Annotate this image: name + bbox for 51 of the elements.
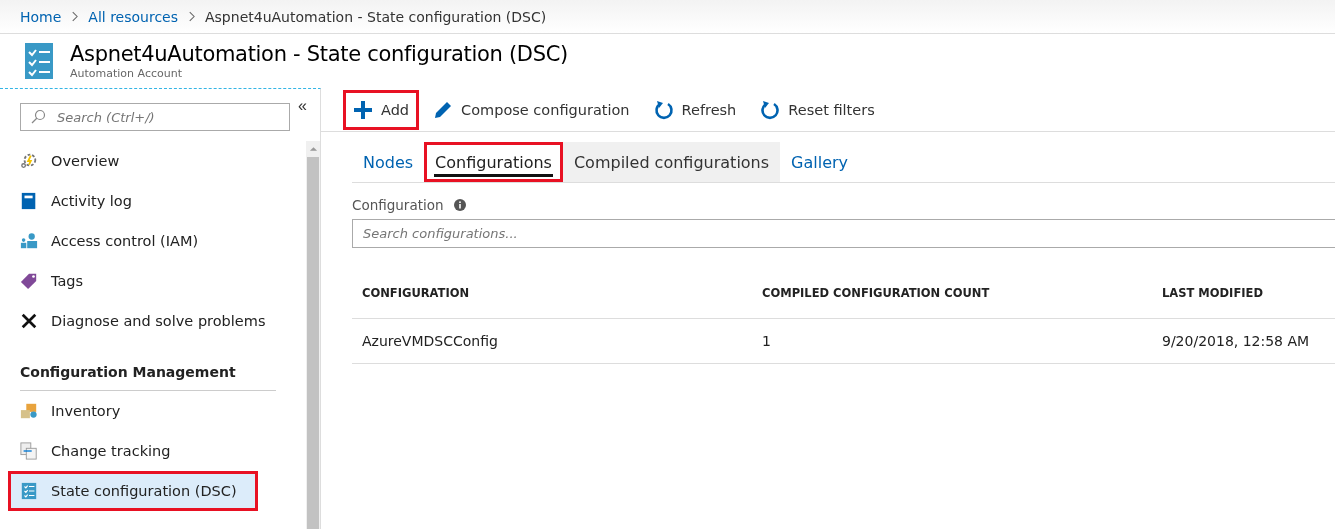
people-icon xyxy=(20,232,38,250)
chevron-icon xyxy=(71,11,79,22)
table-cell-text: 9/20/2018, 12:58 AM xyxy=(1161,333,1311,349)
checklist-icon xyxy=(20,482,38,500)
section-heading: Configuration Management xyxy=(20,341,276,391)
pencil-icon xyxy=(433,99,454,120)
tools-icon xyxy=(20,312,38,330)
table-cell-text: 1 xyxy=(761,333,772,349)
book-icon xyxy=(20,192,38,210)
boxes-icon xyxy=(20,402,38,420)
nav-item[interactable]: Overview xyxy=(0,141,306,181)
page-title: Aspnet4uAutomation - State configuration (DSC) xyxy=(70,42,568,66)
gear-icon xyxy=(20,152,38,170)
column-header: CONFIGURATION xyxy=(361,286,471,300)
column-header: LAST MODIFIED xyxy=(1161,286,1264,300)
nav-item[interactable]: Tags xyxy=(0,261,306,301)
nav-item[interactable]: Diagnose and solve problems xyxy=(0,301,306,341)
plus-icon xyxy=(353,99,373,120)
tag-icon xyxy=(20,272,38,290)
refresh-icon xyxy=(760,99,781,120)
breadcrumb-current: Aspnet4uAutomation - State configuration (DSC) xyxy=(205,8,547,25)
toolbar-button[interactable]: Reset filters xyxy=(750,89,885,130)
toolbar-button[interactable]: Compose configuration xyxy=(423,89,640,130)
toolbar-button[interactable]: Add xyxy=(343,89,420,130)
column-header: COMPILED CONFIGURATION COUNT xyxy=(761,286,991,300)
search-icon xyxy=(30,109,46,125)
nav-item[interactable]: Inventory xyxy=(0,391,306,431)
tab[interactable]: Compiled configurations xyxy=(562,142,781,182)
tab[interactable]: Nodes xyxy=(352,142,425,182)
breadcrumb-link[interactable]: Home xyxy=(20,8,62,25)
collapse-button[interactable]: « xyxy=(298,97,307,115)
breadcrumb-link[interactable]: All resources xyxy=(88,8,178,25)
nav-item[interactable]: Change tracking xyxy=(0,431,306,471)
checklist-icon xyxy=(25,43,53,79)
nav-item[interactable]: Activity log xyxy=(0,181,306,221)
page-subtitle: Automation Account xyxy=(70,67,183,80)
scrollbar[interactable] xyxy=(306,141,320,529)
tab[interactable]: Gallery xyxy=(780,142,860,182)
nav-item[interactable]: State configuration (DSC) xyxy=(8,471,258,511)
field-label: Configuration xyxy=(352,197,444,213)
search-field[interactable]: Search configurations... xyxy=(352,219,1335,248)
search-field[interactable]: Search (Ctrl+/) xyxy=(20,103,290,131)
table-cell-text: AzureVMDSCConfig xyxy=(361,333,499,349)
nav-item[interactable]: Access control (IAM) xyxy=(0,221,306,261)
info-icon xyxy=(453,199,466,211)
refresh-icon xyxy=(653,99,674,120)
chevron-icon xyxy=(188,11,195,22)
documents-icon xyxy=(20,442,38,460)
tab[interactable]: Configurations xyxy=(424,142,563,182)
scroll-up-icon xyxy=(308,146,318,152)
toolbar-button[interactable]: Refresh xyxy=(643,89,747,130)
